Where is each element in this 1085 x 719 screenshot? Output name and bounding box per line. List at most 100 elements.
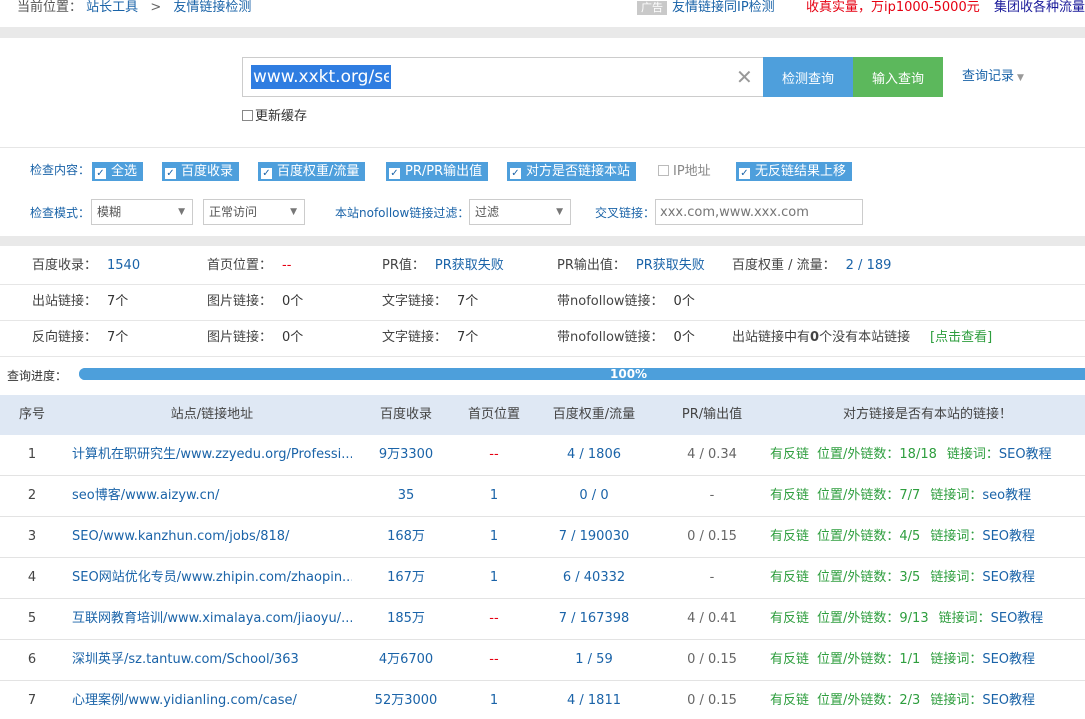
cell-backlink-result: 有反链 位置/外链数：3/5 链接词：SEO教程 xyxy=(770,558,1035,598)
cell-baidu-index: 4万6700 xyxy=(378,652,434,667)
stat-image-links: 图片链接： 0个 xyxy=(207,294,304,309)
cell-weight: 7 / 167398 xyxy=(558,611,630,626)
query-history-link[interactable]: 查询记录 ▼ xyxy=(962,68,1024,87)
check-baidu-index[interactable]: ✓ 百度收录 xyxy=(162,162,240,181)
cell-site-link[interactable]: 计算机在职研究生/www.zzyedu.org/Professi... xyxy=(72,435,352,475)
progress-fill xyxy=(79,368,1085,380)
cell-site-link[interactable]: 深圳英孚/sz.tantuw.com/School/363 xyxy=(72,640,352,680)
backlink-anchor-label: 链接词： xyxy=(930,570,983,585)
check-pr[interactable]: ✓ PR/PR输出值 xyxy=(386,162,489,181)
table-row: 2 seo博客/www.aizyw.cn/35 1 0 / 0 - 有反链 位置/外链数：7… xyxy=(0,476,1085,517)
checkbox-icon xyxy=(242,110,253,121)
cell-home-pos: -- xyxy=(489,611,499,626)
table-row: 5 互联网教育培训/www.ximalaya.com/jiaoyu/... 185万… xyxy=(0,599,1085,640)
cell-site-link[interactable]: SEO/www.kanzhun.com/jobs/818/ xyxy=(72,517,352,557)
ad-link-traffic[interactable]: 收真实量，万ip1000-5000元 xyxy=(806,0,980,16)
cell-home-pos: -- xyxy=(489,652,499,667)
cell-backlink-result: 有反链 位置/外链数：18/18 链接词：SEO教程 xyxy=(770,435,1052,475)
cell-weight: 1 / 59 xyxy=(575,652,613,667)
refresh-cache-checkbox[interactable]: 更新缓存 xyxy=(242,109,307,125)
backlink-anchor: SEO教程 xyxy=(990,611,1044,626)
backlink-anchor-label: 链接词： xyxy=(946,447,999,462)
ad-link-ip-check[interactable]: 友情链接同IP检测 xyxy=(672,0,775,16)
backlink-anchor-label: 链接词： xyxy=(930,488,983,503)
backlink-status: 有反链 xyxy=(770,611,810,626)
stat-summary: 出站链接中有0个没有本站链接 xyxy=(732,330,911,345)
input-query-button[interactable]: 输入查询 xyxy=(853,57,943,97)
stat-baidu-index: 百度收录： 1540 xyxy=(32,258,141,273)
cell-pr: - xyxy=(709,570,715,585)
check-select-all[interactable]: ✓ 全选 xyxy=(92,162,144,181)
table-row: 6 深圳英孚/sz.tantuw.com/School/363 4万6700 -- 1 … xyxy=(0,640,1085,681)
cross-link-input[interactable] xyxy=(655,199,863,225)
cell-home-pos: 1 xyxy=(489,693,499,708)
refresh-cache-label: 更新缓存 xyxy=(255,109,308,124)
check-mode-select[interactable]: 模糊 ▼ xyxy=(91,199,193,225)
cell-site-link[interactable]: seo博客/www.aizyw.cn/ xyxy=(72,476,352,516)
cell-baidu-index: 168万 xyxy=(387,529,425,544)
col-header-home-pos: 首页位置 xyxy=(467,407,520,422)
cell-baidu-index: 167万 xyxy=(387,570,425,585)
cross-link-label: 交叉链接： xyxy=(595,206,656,220)
stat-text-links-2: 文字链接： 7个 xyxy=(382,330,479,345)
query-history-label: 查询记录 xyxy=(962,69,1015,84)
close-icon[interactable]: ✕ xyxy=(736,65,753,89)
cell-site-link[interactable]: 心理案例/www.yidianling.com/case/ xyxy=(72,681,352,719)
backlink-anchor-label: 链接词： xyxy=(930,693,983,708)
nofollow-filter-select[interactable]: 过滤 ▼ xyxy=(469,199,571,225)
backlink-anchor: SEO教程 xyxy=(998,447,1052,462)
backlink-anchor-label: 链接词： xyxy=(938,611,991,626)
cell-site-link[interactable]: 互联网教育培训/www.ximalaya.com/jiaoyu/... xyxy=(72,599,352,639)
backlink-position: 位置/外链数：18/18 xyxy=(817,447,937,462)
stat-image-links-2: 图片链接： 0个 xyxy=(207,330,304,345)
stat-nofollow-links-2: 带nofollow链接： 0个 xyxy=(557,330,695,345)
cell-index: 1 xyxy=(27,447,37,462)
detect-query-button[interactable]: 检测查询 xyxy=(763,57,853,97)
cell-home-pos: 1 xyxy=(489,529,499,544)
backlink-anchor-label: 链接词： xyxy=(930,652,983,667)
backlink-anchor: seo教程 xyxy=(982,488,1032,503)
breadcrumb-link-tools[interactable]: 站长工具 xyxy=(86,0,138,15)
cell-pr: 0 / 0.15 xyxy=(687,693,737,708)
chevron-down-icon: ▼ xyxy=(556,207,563,217)
cell-backlink-result: 有反链 位置/外链数：4/5 链接词：SEO教程 xyxy=(770,517,1035,557)
check-backlink[interactable]: ✓ 对方是否链接本站 xyxy=(507,162,637,181)
divider-band xyxy=(0,236,1085,246)
ad-link-group[interactable]: 集团收各种流量 xyxy=(994,0,1085,16)
check-icon: ✓ xyxy=(261,168,272,179)
cell-index: 3 xyxy=(27,529,37,544)
backlink-status: 有反链 xyxy=(770,488,810,503)
cell-backlink-result: 有反链 位置/外链数：7/7 链接词：seo教程 xyxy=(770,476,1031,516)
stat-pr-output: PR输出值： PR获取失败 xyxy=(557,258,705,273)
backlink-status: 有反链 xyxy=(770,529,810,544)
check-no-backlink-up[interactable]: ✓ 无反链结果上移 xyxy=(736,162,853,181)
col-header-site: 站点/链接地址 xyxy=(170,407,254,422)
cell-pr: 4 / 0.34 xyxy=(687,447,737,462)
table-row: 4 SEO网站优化专员/www.zhipin.com/zhaopin... 167万… xyxy=(0,558,1085,599)
backlink-position: 位置/外链数：3/5 xyxy=(817,570,921,585)
check-icon: ✓ xyxy=(739,168,750,179)
stat-home-position: 首页位置： -- xyxy=(207,258,292,273)
col-header-pr: PR/输出值 xyxy=(681,407,743,422)
table-row: 1 计算机在职研究生/www.zzyedu.org/Professi... 9万33… xyxy=(0,435,1085,476)
cell-weight: 6 / 40332 xyxy=(562,570,626,585)
access-mode-select[interactable]: 正常访问 ▼ xyxy=(203,199,305,225)
backlink-anchor: SEO教程 xyxy=(982,652,1036,667)
breadcrumb: 当前位置： 站长工具 > 友情链接检测 xyxy=(17,0,251,16)
breadcrumb-link-friendlink[interactable]: 友情链接检测 xyxy=(173,0,251,15)
cell-index: 2 xyxy=(27,488,37,503)
view-details-link[interactable]: [点击查看] xyxy=(930,329,992,347)
check-ip[interactable]: IP地址 xyxy=(658,162,711,181)
checkbox-icon xyxy=(658,165,669,176)
cell-backlink-result: 有反链 位置/外链数：1/1 链接词：SEO教程 xyxy=(770,640,1035,680)
check-baidu-weight[interactable]: ✓ 百度权重/流量 xyxy=(258,162,366,181)
cell-site-link[interactable]: SEO网站优化专员/www.zhipin.com/zhaopin... xyxy=(72,558,352,598)
search-input[interactable] xyxy=(251,65,391,89)
chevron-down-icon: ▼ xyxy=(178,207,185,217)
cell-index: 5 xyxy=(27,611,37,626)
stat-back-links: 反向链接： 7个 xyxy=(32,330,129,345)
check-mode-label: 检查模式： xyxy=(30,206,91,220)
progress-bar xyxy=(79,368,1085,380)
backlink-anchor: SEO教程 xyxy=(982,529,1036,544)
cell-baidu-index: 52万3000 xyxy=(374,693,438,708)
